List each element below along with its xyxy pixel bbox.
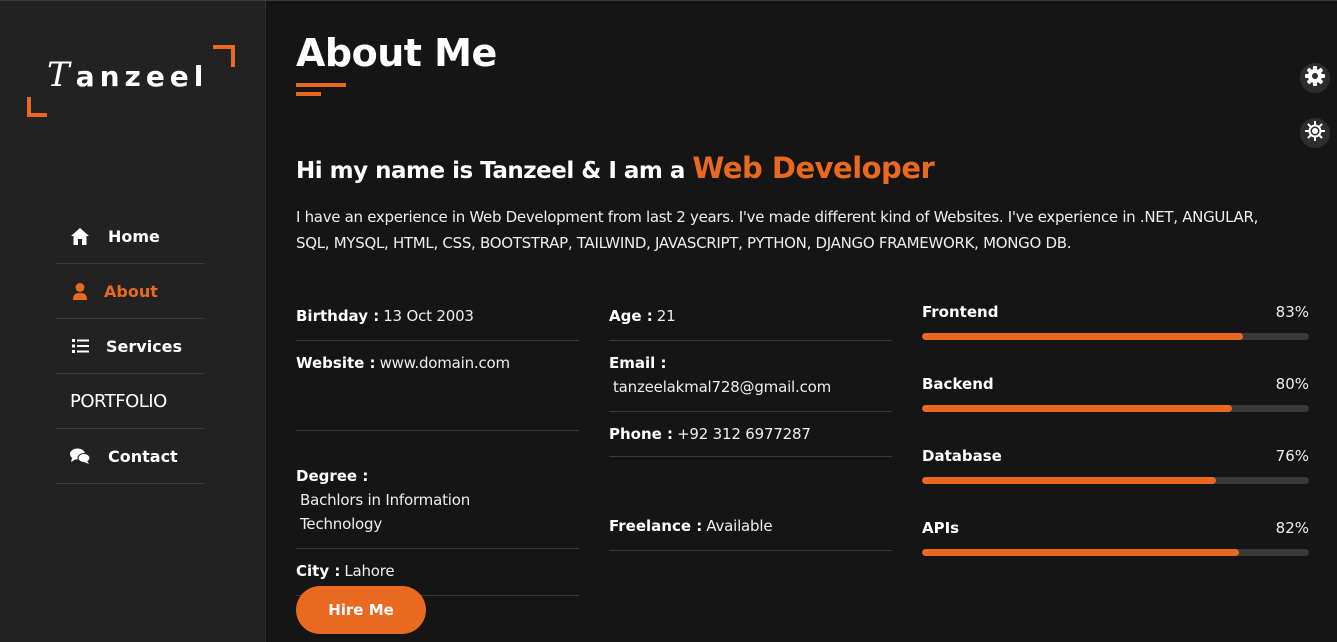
info-row-website: Website : www.domain.com: [296, 341, 579, 431]
info-value-birthday: 13 Oct 2003: [383, 307, 474, 325]
logo-rest: anzeel: [75, 60, 209, 93]
nav-label-home: Home: [108, 226, 160, 246]
list-icon: [70, 336, 90, 356]
gear-icon: [1305, 66, 1325, 90]
skill-percent: 80%: [1275, 375, 1309, 393]
chat-icon: [70, 446, 90, 466]
info-key-degree: Degree :: [296, 467, 369, 485]
info-row-email: Email : tanzeelakmal728@gmail.com: [609, 341, 892, 412]
skill-progress-fill: [922, 477, 1217, 484]
title-underline-long: [296, 83, 346, 87]
skill-progress-fill: [922, 333, 1244, 340]
info-value-phone: +92 312 6977287: [677, 425, 811, 443]
info-key-birthday: Birthday :: [296, 307, 380, 325]
page-title: About Me: [296, 31, 497, 75]
logo-first-letter: T: [47, 55, 76, 95]
info-row-age: Age :21: [609, 294, 892, 341]
about-section: About Me Hi my name is Tanzeel & I am a …: [296, 1, 1309, 642]
nav-item-about[interactable]: About: [56, 264, 205, 319]
info-key-phone: Phone :: [609, 425, 674, 443]
nav-item-portfolio[interactable]: PORTFOLIO: [56, 374, 205, 429]
intro-heading: Hi my name is Tanzeel & I am a Web Devel…: [296, 151, 935, 185]
page: Tanzeel Home About Services PORTFOLIO Co…: [0, 0, 1337, 642]
sun-icon: [1305, 121, 1325, 145]
home-icon: [70, 226, 90, 246]
info-column-left: Birthday :13 Oct 2003 Website : www.domai…: [296, 294, 579, 596]
info-key-freelance: Freelance :: [609, 517, 703, 535]
skill-track: [922, 477, 1309, 484]
main-nav: Home About Services PORTFOLIO Contact: [56, 209, 205, 484]
skill-track: [922, 405, 1309, 412]
info-row-phone: Phone : +92 312 6977287: [609, 412, 892, 457]
info-row-freelance: Freelance : Available: [609, 457, 892, 551]
info-key-email: Email :: [609, 354, 667, 372]
skill-apis: APIs 82%: [922, 519, 1309, 591]
intro-prefix: Hi my name is Tanzeel & I am a: [296, 158, 693, 184]
logo-corner-bottom-left: [27, 97, 47, 117]
info-value-city: Lahore: [344, 562, 395, 580]
info-row-degree: Degree : Bachlors in Information Technolo…: [296, 431, 579, 549]
info-row-birthday: Birthday :13 Oct 2003: [296, 294, 579, 341]
nav-item-services[interactable]: Services: [56, 319, 205, 374]
skill-track: [922, 549, 1309, 556]
nav-label-contact: Contact: [108, 446, 178, 466]
nav-label-portfolio: PORTFOLIO: [70, 390, 167, 412]
settings-button[interactable]: [1300, 63, 1330, 93]
nav-item-contact[interactable]: Contact: [56, 429, 205, 484]
skill-percent: 83%: [1275, 303, 1309, 321]
info-column-right: Age :21 Email : tanzeelakmal728@gmail.com…: [609, 294, 892, 551]
nav-item-home[interactable]: Home: [56, 209, 205, 264]
about-description: I have an experience in Web Development …: [296, 208, 1259, 252]
skill-frontend: Frontend 83%: [922, 303, 1309, 375]
info-value-degree: Bachlors in Information Technology: [300, 491, 471, 533]
hire-me-button[interactable]: Hire Me: [296, 586, 426, 634]
sidebar: Tanzeel Home About Services PORTFOLIO Co…: [0, 1, 266, 642]
user-icon: [70, 281, 90, 301]
nav-label-about: About: [104, 281, 158, 301]
skill-name: Database: [922, 447, 1002, 465]
skill-name: Frontend: [922, 303, 999, 321]
skill-percent: 76%: [1275, 447, 1309, 465]
nav-label-services: Services: [106, 336, 183, 356]
skill-database: Database 76%: [922, 447, 1309, 519]
info-value-email[interactable]: tanzeelakmal728@gmail.com: [609, 375, 892, 399]
info-key-website: Website :: [296, 354, 376, 372]
logo-corner-top-right: [213, 45, 235, 67]
info-key-city: City :: [296, 562, 341, 580]
logo-text: Tanzeel: [47, 55, 208, 95]
info-key-age: Age :: [609, 307, 653, 325]
info-value-age: 21: [656, 307, 676, 325]
intro-role: Web Developer: [692, 151, 935, 185]
skill-name: Backend: [922, 375, 994, 393]
skill-percent: 82%: [1275, 519, 1309, 537]
title-underline-short: [296, 92, 321, 96]
info-value-freelance: Available: [706, 517, 773, 535]
logo[interactable]: Tanzeel: [27, 45, 235, 117]
info-value-website[interactable]: www.domain.com: [376, 354, 511, 372]
skill-backend: Backend 80%: [922, 375, 1309, 447]
skills-list: Frontend 83% Backend 80% Database 76% APIs 8…: [922, 303, 1309, 591]
skill-name: APIs: [922, 519, 960, 537]
skill-track: [922, 333, 1309, 340]
skill-progress-fill: [922, 549, 1240, 556]
theme-toggle-button[interactable]: [1300, 118, 1330, 148]
skill-progress-fill: [922, 405, 1232, 412]
